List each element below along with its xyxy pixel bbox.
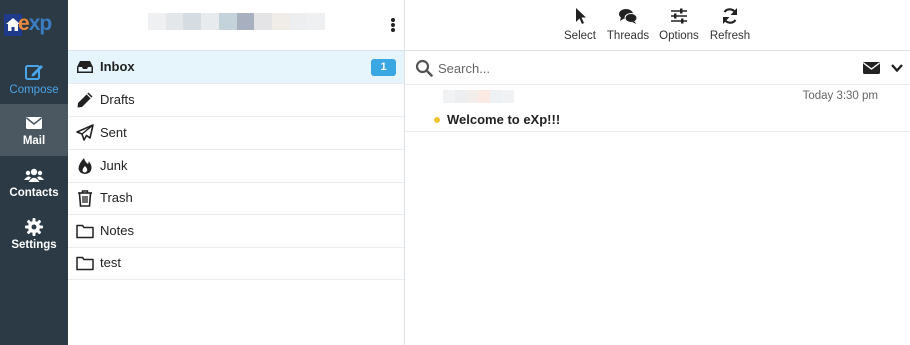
nav-mail-label: Mail [22, 135, 46, 147]
threads-button[interactable]: Threads [606, 6, 650, 46]
sliders-icon [671, 8, 687, 24]
folder-notes[interactable]: Notes [68, 215, 404, 248]
threads-label: Threads [606, 30, 650, 42]
inbox-icon [77, 61, 93, 73]
nav-settings-label: Settings [11, 239, 57, 251]
users-icon [24, 168, 44, 182]
refresh-label: Refresh [709, 30, 751, 42]
envelope-filter-icon[interactable] [863, 61, 880, 75]
select-label: Select [564, 30, 596, 42]
folder-pane-header [68, 0, 404, 51]
envelope-icon [26, 117, 42, 129]
paper-plane-icon [76, 124, 94, 141]
folder-label: Drafts [100, 92, 135, 107]
webmail-app: exp Compose Mail Contacts Settings Inbox… [0, 0, 910, 345]
refresh-button[interactable]: Refresh [708, 6, 752, 46]
cursor-arrow-icon [576, 8, 586, 24]
trash-icon [78, 190, 92, 207]
folder-sent[interactable]: Sent [68, 117, 404, 150]
folder-label: Trash [100, 190, 133, 205]
message-toolbar: Select Threads Options Refresh [405, 0, 910, 51]
fire-icon [78, 158, 92, 174]
chevron-down-icon[interactable] [890, 61, 904, 75]
folder-options-menu-icon[interactable] [386, 17, 400, 35]
folder-inbox[interactable]: Inbox 1 [68, 51, 404, 84]
search-bar [405, 51, 910, 85]
folder-label: test [100, 255, 121, 270]
unread-dot-icon [434, 117, 440, 123]
account-name-redacted [148, 13, 326, 30]
nav-contacts[interactable]: Contacts [0, 156, 68, 208]
folder-label: Inbox [100, 59, 135, 74]
message-row[interactable]: Today 3:30 pm Welcome to eXp!!! [405, 86, 910, 132]
folder-junk[interactable]: Junk [68, 150, 404, 183]
search-icon [415, 59, 433, 77]
options-button[interactable]: Options [658, 6, 700, 46]
left-nav-rail: exp Compose Mail Contacts Settings [0, 0, 68, 345]
message-list-pane: Select Threads Options Refresh Search...… [405, 0, 910, 345]
folder-test[interactable]: test [68, 247, 404, 280]
nav-settings[interactable]: Settings [0, 208, 68, 260]
folder-trash[interactable]: Trash [68, 182, 404, 215]
message-subject: Welcome to eXp!!! [447, 112, 561, 127]
pencil-icon [77, 92, 93, 108]
gear-icon [25, 218, 43, 236]
unread-count-badge: 1 [371, 59, 396, 76]
search-input[interactable] [438, 58, 838, 78]
folder-icon [76, 256, 94, 271]
folder-label: Junk [100, 158, 128, 173]
folder-pane: Inbox 1 Drafts Sent Junk Trash Notes tes… [68, 0, 405, 345]
folder-icon [76, 224, 94, 239]
comments-icon [619, 9, 638, 24]
nav-compose[interactable]: Compose [0, 53, 68, 105]
folder-drafts[interactable]: Drafts [68, 84, 404, 117]
options-label: Options [659, 30, 699, 42]
nav-compose-label: Compose [9, 84, 59, 96]
nav-mail[interactable]: Mail [0, 104, 68, 156]
compose-icon [25, 65, 43, 80]
folder-label: Sent [100, 125, 127, 140]
refresh-icon [722, 8, 738, 24]
sender-redacted [443, 90, 514, 103]
folder-label: Notes [100, 223, 134, 238]
brand-logo[interactable]: exp [0, 0, 68, 50]
brand-wordmark: exp [18, 12, 52, 35]
message-date: Today 3:30 pm [802, 90, 878, 102]
nav-contacts-label: Contacts [9, 187, 59, 199]
select-button[interactable]: Select [563, 6, 597, 46]
